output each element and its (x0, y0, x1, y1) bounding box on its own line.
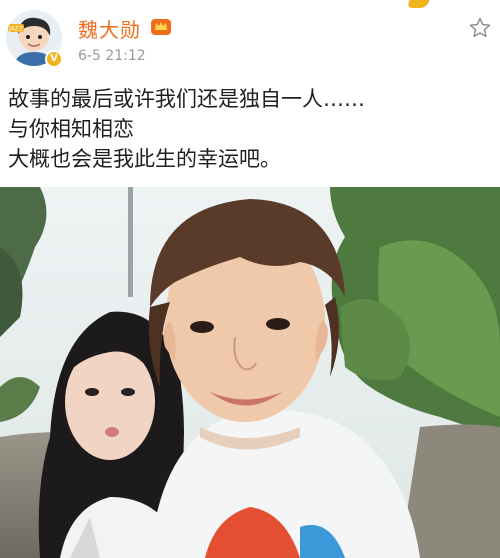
star-icon[interactable] (468, 16, 492, 40)
weibo-post: JAZZ V 魏大勋 6-5 21:12 故事的最后或许我们还是独自一人…… 与… (0, 0, 500, 558)
post-text-line: 故事的最后或许我们还是独自一人…… (8, 87, 365, 111)
photo-illustration (0, 187, 500, 558)
avatar-badge-text: JAZZ (8, 26, 23, 33)
verified-v-icon: V (45, 50, 63, 68)
post-text-line: 与你相知相恋 (8, 117, 134, 141)
post-timestamp[interactable]: 6-5 21:12 (78, 48, 146, 64)
post-text: 故事的最后或许我们还是独自一人…… 与你相知相恋 大概也会是我此生的幸运吧。 (8, 84, 496, 174)
username[interactable]: 魏大勋 (78, 14, 141, 43)
crown-badge-icon (151, 19, 171, 35)
post-text-line: 大概也会是我此生的幸运吧。 (8, 147, 281, 171)
top-decoration (406, 0, 430, 8)
selfie-photo[interactable] (0, 187, 500, 558)
